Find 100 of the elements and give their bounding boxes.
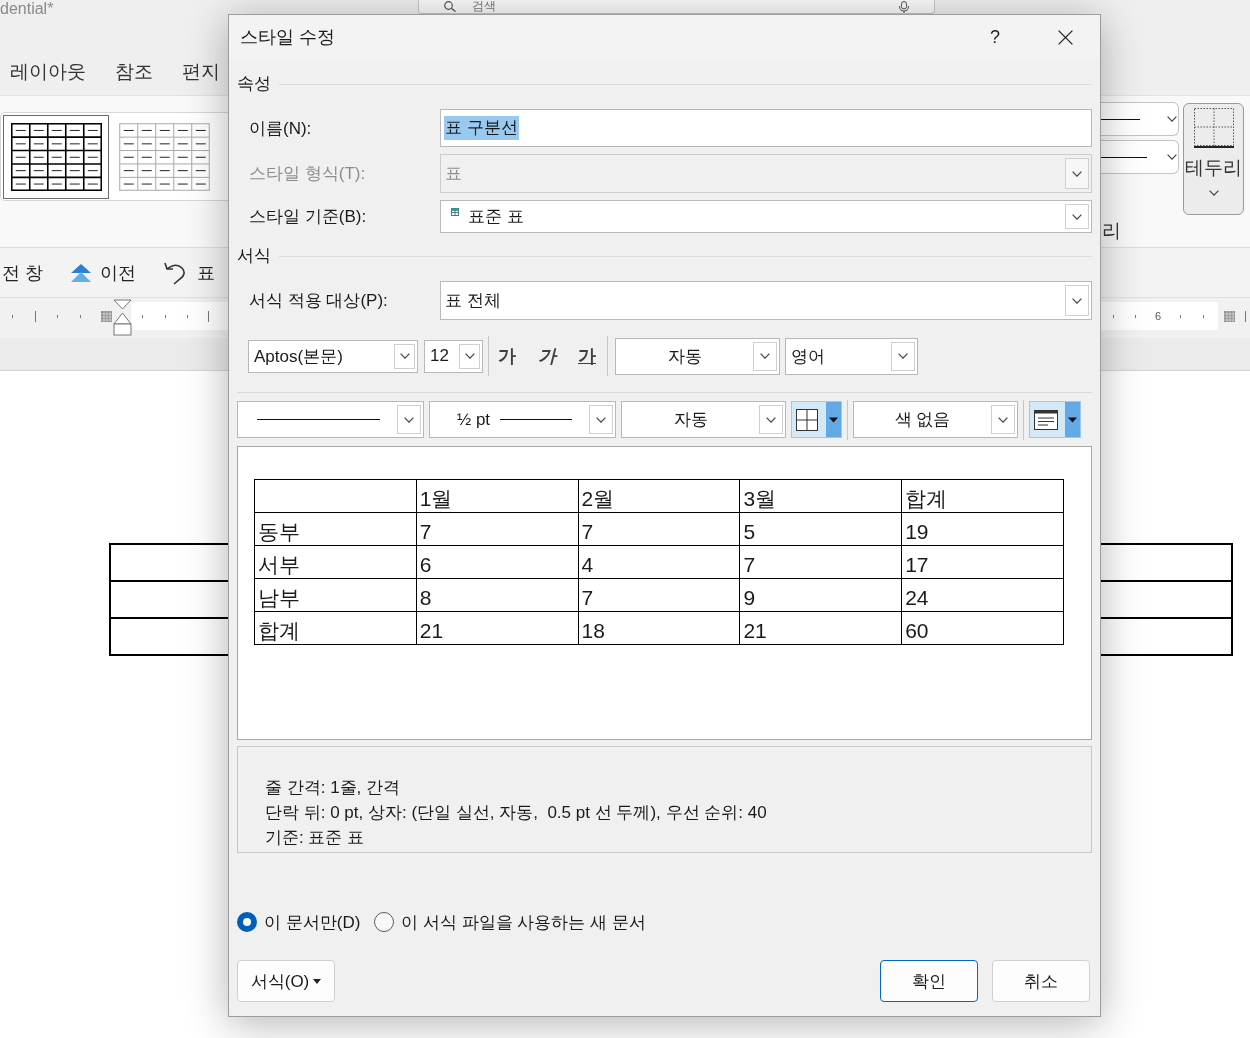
search-field[interactable]: 검색 [418, 0, 935, 14]
nav-button[interactable]: 이전 [71, 260, 136, 285]
nav-button[interactable]: 표 [164, 260, 215, 285]
table-grid-icon [118, 122, 210, 191]
table-cell: 21 [416, 611, 579, 645]
text-field[interactable]: 표 구분선 [440, 109, 1092, 147]
dropdown-button[interactable] [753, 341, 777, 371]
chevron-down-icon [596, 416, 606, 423]
language-dropdown[interactable]: 영어 [785, 337, 918, 375]
caret-icon [826, 402, 841, 437]
radio-button[interactable] [237, 912, 257, 932]
dropdown-button[interactable] [397, 405, 421, 434]
chevron-down-icon [464, 353, 475, 359]
row-header: 남부 [254, 578, 417, 612]
chevron-down-icon [766, 416, 776, 423]
margin-marker-icon[interactable] [1223, 310, 1236, 323]
line-weight-dropdown[interactable]: ½ pt [429, 401, 616, 438]
borders-button[interactable] [791, 401, 842, 438]
table-grid-icon [10, 122, 102, 191]
chevron-down-icon [760, 353, 770, 359]
pen-weight-dropdown[interactable] [1101, 140, 1179, 174]
dropdown-button[interactable] [991, 405, 1015, 434]
dropdown-button[interactable] [891, 341, 915, 371]
table-cell: 21 [739, 611, 902, 645]
font-color-dropdown[interactable]: 자동 [615, 337, 780, 375]
table-cell: 7 [578, 512, 740, 546]
field-value: 표준 표 [467, 205, 525, 228]
line-style-dropdown[interactable] [237, 401, 424, 438]
table-style-thumbnail[interactable] [3, 114, 109, 199]
table-cell: 8 [416, 578, 579, 612]
chevron-down-icon [998, 416, 1008, 423]
ribbon-tab[interactable]: 참조 [107, 54, 161, 89]
shading-color-dropdown[interactable]: 색 없음 [853, 401, 1018, 438]
underline-button[interactable]: 가 [577, 344, 597, 368]
chevron-down-icon [898, 353, 908, 359]
ribbon-label: 리 [1101, 220, 1122, 242]
column-header: 1월 [416, 479, 579, 513]
table-cell: 7 [416, 512, 579, 546]
field-value: 표 구분선 [444, 116, 519, 140]
field-label: 스타일 기준(B): [249, 206, 368, 228]
caret-icon [1065, 402, 1080, 437]
radio-label[interactable]: 이 문서만(D) [264, 910, 361, 934]
bold-button[interactable]: 가 [497, 344, 517, 368]
italic-button[interactable]: 가 [537, 344, 557, 368]
dropdown-button[interactable] [394, 343, 415, 369]
line-color-dropdown[interactable]: 자동 [621, 401, 786, 438]
field-label: 스타일 형식(T): [249, 163, 367, 185]
borders-button[interactable]: 테두리 [1183, 103, 1244, 215]
line-sample-icon [500, 419, 573, 420]
chevron-down-icon [1072, 170, 1082, 177]
font-combo[interactable]: Aptos(본문) [248, 339, 418, 373]
table-cell: 17 [901, 545, 1064, 579]
dialog-title: 스타일 수정 [240, 26, 336, 49]
dropdown-field[interactable]: 표준 표 [440, 200, 1092, 233]
dropdown-button[interactable] [1065, 285, 1089, 316]
text-block-icon [1034, 409, 1058, 430]
chevron-down-icon [1208, 190, 1219, 196]
chevron-down-icon [1167, 116, 1177, 122]
row-header: 서부 [254, 545, 417, 579]
table-cell: 4 [578, 545, 740, 579]
table-cell: 9 [739, 578, 902, 612]
column-header: 합계 [901, 479, 1064, 513]
dropdown-button[interactable] [459, 343, 480, 369]
microphone-icon [899, 0, 909, 13]
table-cell: 5 [739, 512, 902, 546]
line-sample-icon [1101, 156, 1147, 158]
nav-button[interactable]: 전 창 [2, 260, 43, 285]
indent-marker-icon[interactable] [113, 299, 132, 336]
chevron-down-icon [399, 353, 410, 359]
field-label: 이름(N): [249, 117, 313, 140]
table-cell: 7 [578, 578, 740, 612]
line-sample-icon [1101, 118, 1140, 120]
cancel-button[interactable]: 취소 [992, 960, 1090, 1002]
table-cell: 19 [901, 512, 1064, 546]
ok-button[interactable]: 확인 [880, 960, 978, 1002]
font-size-combo[interactable]: 12 [424, 339, 483, 373]
field-value: 표 전체 [444, 289, 502, 312]
dropdown-field[interactable]: 표 전체 [440, 281, 1092, 320]
radio-label[interactable]: 이 서식 파일을 사용하는 새 문서 [401, 910, 646, 934]
format-button[interactable]: 서식(O) [237, 960, 335, 1002]
style-description: 단락 뒤: 0 pt, 상자: (단일 실선, 자동, 0.5 pt 선 두께), 우선 순위: 40 [265, 802, 767, 824]
ruler-number: 6 [1155, 310, 1162, 322]
shading-button[interactable] [1029, 401, 1081, 438]
style-description: 기준: 표준 표 [265, 827, 365, 849]
ribbon-tab[interactable]: 레이아웃 [2, 54, 94, 89]
chevron-down-icon [1072, 213, 1082, 220]
margin-marker-icon[interactable] [100, 310, 113, 323]
table-cell: 18 [578, 611, 740, 645]
help-button[interactable]: ? [972, 15, 1018, 59]
dropdown-button[interactable] [589, 405, 613, 434]
dropdown-button[interactable] [1065, 204, 1089, 229]
grid-icon [796, 408, 818, 431]
ribbon-tab[interactable]: 편지 [174, 54, 228, 89]
section-heading: 속성 [237, 73, 271, 95]
undo-icon [164, 260, 188, 285]
field-label: 서식 적용 대상(P): [249, 290, 389, 312]
chevron-down-icon [404, 416, 414, 423]
radio-button[interactable] [374, 912, 395, 932]
caret-icon [313, 978, 322, 984]
dropdown-button[interactable] [759, 405, 783, 434]
